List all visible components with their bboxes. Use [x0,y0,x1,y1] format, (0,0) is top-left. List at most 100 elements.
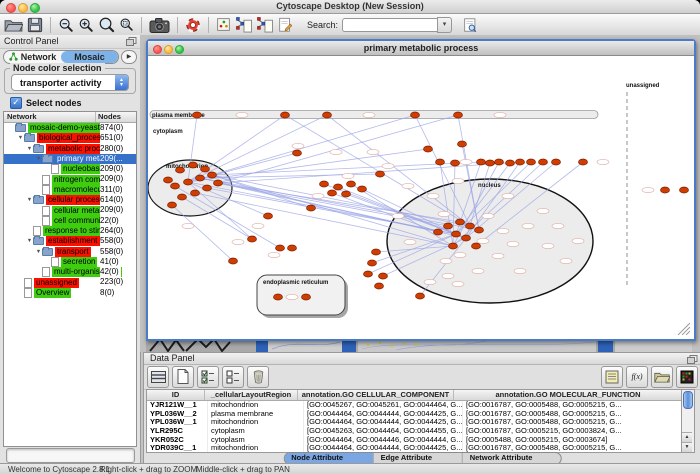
expander-icon[interactable]: ▼ [35,154,42,164]
tree-row[interactable]: cellular metabo209(0) [4,205,136,215]
table-scrollbar[interactable]: ▲ ▼ [681,389,695,453]
tree-row[interactable]: macromolecule311(0) [4,185,136,195]
network-node[interactable] [411,112,420,118]
matrix-icon[interactable] [676,366,698,388]
tab-network[interactable]: Network [4,51,61,63]
delete-attribute-icon[interactable] [247,366,269,388]
network-node[interactable] [358,186,367,192]
open-file-icon[interactable] [4,15,23,35]
select-attributes-icon[interactable] [197,366,219,388]
network-node[interactable] [375,283,384,289]
network-node[interactable] [208,172,217,178]
scroll-down-icon[interactable]: ▼ [682,442,692,452]
tree-header-nodes[interactable]: Nodes [96,112,136,122]
network-node[interactable] [229,258,238,264]
network-node[interactable] [475,227,484,233]
network-node[interactable] [364,271,373,277]
column-header-molecular-function[interactable]: annotation.GO MOLECULAR_FUNCTION [454,390,682,400]
network-node[interactable] [168,202,177,208]
network-node[interactable] [164,177,173,183]
attribute-table-icon[interactable] [147,366,169,388]
expander-icon[interactable]: ▼ [26,144,33,154]
network-node[interactable] [334,184,343,190]
network-node[interactable] [434,229,443,235]
table-row[interactable]: YKR052Ccytoplasm[GO:0044464, GO:0044446,… [147,436,681,445]
network-node[interactable] [456,219,465,225]
tree-row[interactable]: nucleobase-c209(0) [4,164,136,174]
expander-icon[interactable]: ▼ [26,195,33,205]
scroll-up-icon[interactable]: ▲ [682,432,692,442]
network-node[interactable] [323,112,332,118]
function-builder-icon[interactable]: f(x) [626,366,648,388]
network-node[interactable] [506,160,515,166]
network-node[interactable] [342,191,351,197]
network-node[interactable] [539,159,548,165]
scrollbar-thumb[interactable] [683,391,693,409]
network-node[interactable] [191,190,200,196]
network-node[interactable] [376,171,385,177]
zoom-in-icon[interactable] [78,15,94,35]
zoom-out-icon[interactable] [58,15,74,35]
search-dropdown-arrow-icon[interactable]: ▾ [437,17,452,33]
zoom-fit-icon[interactable] [98,15,115,35]
tree-row[interactable]: unassigned223(0) [4,277,136,287]
network-node[interactable] [178,194,187,200]
tree-row[interactable]: response to stimulu264(0) [4,226,136,236]
column-header-id[interactable]: ID [147,390,205,400]
table-row[interactable]: YLR295Ccytoplasm[GO:0045263, GO:0044464,… [147,427,681,436]
network-node[interactable] [661,187,670,193]
network-node[interactable] [436,159,445,165]
select-nodes-checkbox[interactable]: ✓ [10,97,22,109]
network-node[interactable] [462,235,471,241]
network-merge-icon-2[interactable] [256,15,273,35]
chart-icon[interactable] [216,15,231,35]
table-row[interactable]: YPL036W__1mitochondrion[GO:0044464, GO:0… [147,418,681,427]
network-node[interactable] [201,166,210,172]
network-node[interactable] [379,273,388,279]
search-options-icon[interactable] [462,15,478,35]
zoom-selected-icon[interactable] [119,15,134,35]
network-node[interactable] [288,245,297,251]
expander-icon[interactable]: ▼ [26,236,33,246]
tree-row[interactable]: Overview8(0) [4,288,136,298]
network-node[interactable] [680,187,689,193]
network-node[interactable] [452,231,461,237]
save-icon[interactable] [27,15,43,35]
float-panel-icon[interactable] [126,37,137,50]
network-node[interactable] [477,159,486,165]
network-node[interactable] [307,205,316,211]
network-node[interactable] [274,294,283,300]
tree-row[interactable]: mosaic-demo-yeast874(0) [4,123,136,133]
network-node[interactable] [444,223,453,229]
network-node[interactable] [527,159,536,165]
import-attributes-icon[interactable] [651,366,673,388]
tree-row[interactable]: ▼establishment of lo558(0) [4,236,136,246]
network-node[interactable] [454,112,463,118]
network-node[interactable] [320,181,329,187]
tree-row[interactable]: multi-organism pro42(0) [4,267,136,277]
expander-icon[interactable]: ▼ [17,133,24,143]
tree-row[interactable]: ▼primary metabo209(... [4,154,136,164]
network-node[interactable] [495,159,504,165]
network-node[interactable] [458,141,467,147]
network-node[interactable] [579,159,588,165]
column-header-region[interactable]: _cellularLayoutRegion [205,390,298,400]
network-node[interactable] [281,112,290,118]
tree-row[interactable]: nitrogen compo209(0) [4,174,136,184]
more-tabs-button[interactable]: ▶ [121,50,137,64]
network-node[interactable] [276,245,285,251]
expander-icon[interactable]: ▼ [35,247,42,257]
annotation-icon[interactable] [277,15,293,35]
region-nucleus[interactable]: nucleus [387,179,593,303]
unselect-attributes-icon[interactable] [222,366,244,388]
help-icon[interactable] [185,15,201,35]
network-node[interactable] [293,150,302,156]
tree-header-network[interactable]: Network [4,112,96,122]
network-node[interactable] [193,112,202,118]
tree-row[interactable]: ▼metabolic process280(0) [4,144,136,154]
snapshot-icon[interactable] [149,15,170,35]
network-node[interactable] [372,249,381,255]
network-node[interactable] [176,167,185,173]
color-attribute-dropdown[interactable]: transporter activity ▲▼ [11,74,129,91]
network-view-window[interactable]: primary metabolic process plasma membran… [146,39,696,341]
